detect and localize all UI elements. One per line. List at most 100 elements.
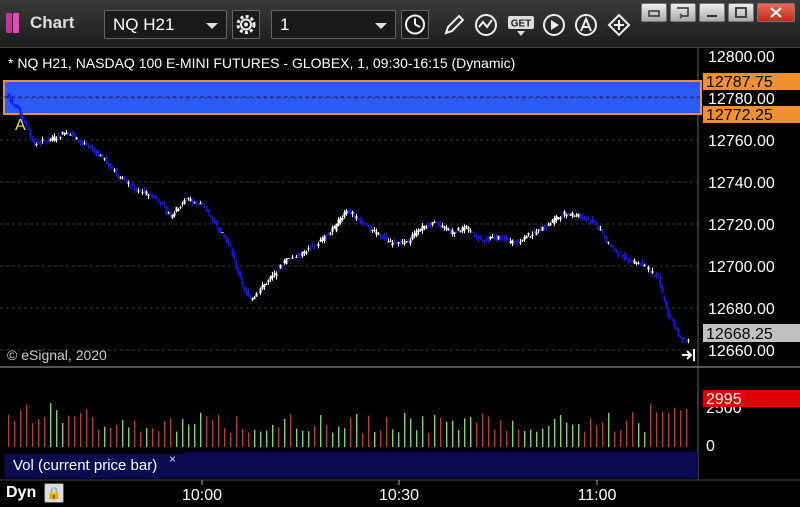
candle-body bbox=[559, 217, 562, 220]
candle-body bbox=[665, 300, 668, 309]
settings-button[interactable] bbox=[232, 10, 260, 39]
candle-body bbox=[335, 223, 338, 231]
candle-body bbox=[597, 226, 600, 229]
candle-body bbox=[383, 235, 386, 240]
candle-body bbox=[485, 237, 488, 240]
candle-body bbox=[345, 209, 348, 214]
candle-body bbox=[321, 237, 324, 242]
price-chart[interactable]: 12800.00 12780.00 12760.00 12740.00 12720.00… bbox=[0, 48, 800, 507]
volume-bar bbox=[128, 427, 130, 447]
volume-bar bbox=[218, 414, 220, 447]
volume-bar bbox=[38, 419, 40, 447]
volume-bar bbox=[20, 409, 22, 447]
candle-body bbox=[621, 254, 624, 257]
volume-bar bbox=[236, 416, 238, 447]
candle-body bbox=[491, 236, 494, 238]
lock-icon[interactable]: 🔒 bbox=[44, 483, 64, 503]
time-button[interactable] bbox=[401, 10, 429, 39]
volume-bar bbox=[248, 432, 250, 447]
volume-bar bbox=[86, 409, 88, 447]
study-wave-icon[interactable] bbox=[473, 12, 499, 38]
candle-body bbox=[395, 244, 398, 246]
volume-bar bbox=[458, 429, 460, 447]
candle-body bbox=[323, 235, 326, 241]
volume-bar bbox=[152, 428, 154, 447]
volume-bar bbox=[548, 425, 550, 447]
volume-study-label[interactable]: Vol (current price bar) bbox=[5, 454, 185, 478]
volume-bar bbox=[176, 431, 178, 447]
volume-bar bbox=[200, 412, 202, 447]
candle-body bbox=[375, 231, 378, 235]
chart-marker-a[interactable]: A bbox=[15, 117, 26, 134]
candle-body bbox=[569, 214, 572, 216]
tile-button[interactable] bbox=[670, 3, 696, 22]
candle-body bbox=[159, 203, 162, 205]
interval-value: 1 bbox=[280, 15, 290, 34]
candle-body bbox=[167, 212, 170, 214]
candle-body bbox=[563, 211, 566, 215]
volume-bar bbox=[452, 420, 454, 447]
candle-body bbox=[545, 227, 548, 229]
candle-body bbox=[657, 275, 660, 277]
candle-body bbox=[685, 341, 688, 343]
candle-body bbox=[439, 223, 442, 227]
interval-select[interactable]: 1 bbox=[271, 10, 396, 39]
dynamic-mode-button[interactable]: Dyn bbox=[4, 482, 38, 504]
candle-body bbox=[615, 249, 618, 253]
volume-study-close-button[interactable]: × bbox=[169, 452, 176, 466]
minimize-button[interactable] bbox=[699, 3, 725, 22]
get-data-icon[interactable]: GET bbox=[507, 12, 535, 38]
candle-body bbox=[519, 242, 522, 244]
svg-text:GET: GET bbox=[511, 19, 532, 30]
candle-body bbox=[311, 245, 314, 247]
candle-body bbox=[551, 220, 554, 223]
symbol-select[interactable]: NQ H21 bbox=[104, 10, 227, 39]
volume-legend-strip bbox=[185, 452, 698, 478]
candle-body bbox=[191, 199, 194, 204]
link-arrows-icon[interactable] bbox=[606, 12, 632, 38]
candle-body bbox=[181, 203, 184, 205]
candle-body bbox=[221, 231, 224, 233]
candle-body bbox=[599, 228, 602, 230]
candle-body bbox=[97, 150, 100, 154]
candle-body bbox=[41, 139, 44, 141]
candle-body bbox=[581, 214, 584, 218]
candle-body bbox=[53, 136, 56, 141]
candle-body bbox=[69, 134, 72, 136]
candle-body bbox=[203, 205, 206, 207]
maximize-button[interactable] bbox=[728, 3, 754, 22]
candle-body bbox=[617, 252, 620, 255]
volume-bar bbox=[326, 424, 328, 447]
candle-body bbox=[329, 233, 332, 235]
candle-body bbox=[91, 146, 94, 150]
candle-body bbox=[593, 221, 596, 223]
candle-body bbox=[285, 258, 288, 265]
candle-body bbox=[127, 182, 130, 184]
restore-button[interactable] bbox=[641, 3, 667, 22]
candle-body bbox=[623, 254, 626, 261]
candle-body bbox=[683, 337, 686, 339]
candle-body bbox=[481, 239, 484, 241]
candle-body bbox=[417, 230, 420, 232]
candle-body bbox=[71, 133, 74, 137]
pencil-draw-icon[interactable] bbox=[441, 12, 467, 38]
candle-body bbox=[497, 235, 500, 240]
candle-body bbox=[227, 240, 230, 243]
candle-body bbox=[443, 226, 446, 228]
candle-body bbox=[389, 240, 392, 242]
play-replay-icon[interactable] bbox=[541, 12, 567, 38]
candle-body bbox=[687, 340, 690, 342]
auto-scale-a-icon[interactable] bbox=[573, 12, 599, 38]
volume-bar bbox=[188, 424, 190, 447]
volume-bar bbox=[308, 431, 310, 447]
candle-body bbox=[381, 235, 384, 239]
candle-body bbox=[297, 253, 300, 256]
candle-body bbox=[89, 146, 92, 148]
volume-bar bbox=[494, 429, 496, 447]
candle-body bbox=[463, 226, 466, 231]
volume-bar bbox=[422, 416, 424, 447]
candle-body bbox=[293, 258, 296, 260]
volume-bar bbox=[320, 415, 322, 447]
close-button[interactable] bbox=[757, 3, 795, 22]
volume-bar bbox=[164, 421, 166, 447]
